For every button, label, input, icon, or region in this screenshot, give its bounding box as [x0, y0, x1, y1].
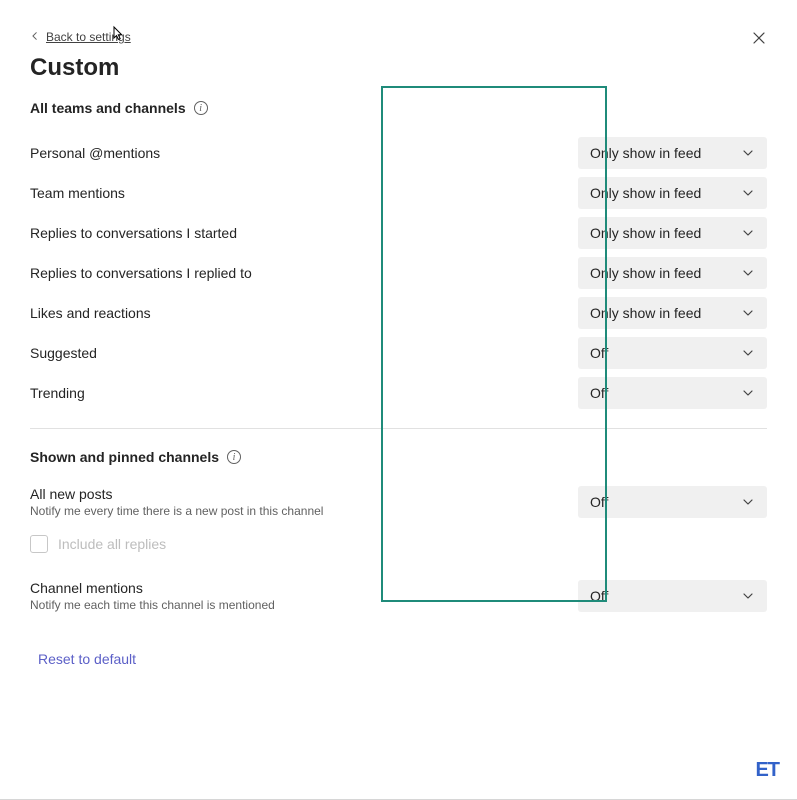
dropdown-value: Only show in feed [590, 185, 701, 201]
row-label: All new posts [30, 486, 578, 502]
setting-row-all-new-posts: All new posts Notify me every time there… [30, 483, 767, 521]
setting-row: Trending Off [30, 374, 767, 412]
section-header-text: All teams and channels [30, 100, 186, 116]
dropdown-setting-5[interactable]: Off [578, 337, 767, 369]
row-sublabel: Notify me every time there is a new post… [30, 504, 578, 518]
dropdown-setting-2[interactable]: Only show in feed [578, 217, 767, 249]
dropdown-value: Off [590, 494, 608, 510]
dropdown-value: Off [590, 385, 608, 401]
chevron-left-icon [30, 30, 40, 44]
chevron-down-icon [741, 346, 755, 360]
row-label: Trending [30, 385, 578, 401]
dropdown-value: Only show in feed [590, 305, 701, 321]
chevron-down-icon [741, 386, 755, 400]
chevron-down-icon [741, 495, 755, 509]
info-icon[interactable]: i [227, 450, 241, 464]
row-sublabel: Notify me each time this channel is ment… [30, 598, 578, 612]
row-label: Team mentions [30, 185, 578, 201]
row-label: Replies to conversations I started [30, 225, 578, 241]
chevron-down-icon [741, 146, 755, 160]
chevron-down-icon [741, 186, 755, 200]
setting-row-channel-mentions: Channel mentions Notify me each time thi… [30, 577, 767, 615]
page-title: Custom [30, 54, 767, 82]
section-all-teams-header: All teams and channels i [30, 100, 767, 116]
row-label: Replies to conversations I replied to [30, 265, 578, 281]
dropdown-channel-mentions[interactable]: Off [578, 580, 767, 612]
section-divider [30, 428, 767, 429]
setting-row: Replies to conversations I started Only … [30, 214, 767, 252]
dropdown-setting-6[interactable]: Off [578, 377, 767, 409]
row-label: Likes and reactions [30, 305, 578, 321]
et-logo: ET [755, 759, 779, 782]
reset-to-default-link[interactable]: Reset to default [38, 651, 136, 667]
include-replies-checkbox[interactable] [30, 535, 48, 553]
pointer-cursor-icon [108, 25, 126, 50]
dropdown-setting-1[interactable]: Only show in feed [578, 177, 767, 209]
info-icon[interactable]: i [194, 101, 208, 115]
dropdown-value: Only show in feed [590, 145, 701, 161]
setting-row: Replies to conversations I replied to On… [30, 254, 767, 292]
section-shown-pinned-header: Shown and pinned channels i [30, 449, 767, 465]
row-label: Channel mentions [30, 580, 578, 596]
dropdown-value: Off [590, 588, 608, 604]
close-icon [752, 31, 766, 45]
dropdown-all-new-posts[interactable]: Off [578, 486, 767, 518]
dropdown-value: Off [590, 345, 608, 361]
setting-row: Likes and reactions Only show in feed [30, 294, 767, 332]
chevron-down-icon [741, 306, 755, 320]
setting-row: Team mentions Only show in feed [30, 174, 767, 212]
close-button[interactable] [749, 28, 769, 48]
dropdown-value: Only show in feed [590, 265, 701, 281]
dropdown-setting-4[interactable]: Only show in feed [578, 297, 767, 329]
setting-row: Suggested Off [30, 334, 767, 372]
dropdown-value: Only show in feed [590, 225, 701, 241]
back-to-settings-link[interactable]: Back to settings [30, 30, 131, 44]
chevron-down-icon [741, 226, 755, 240]
section-header-text: Shown and pinned channels [30, 449, 219, 465]
chevron-down-icon [741, 589, 755, 603]
row-label: Personal @mentions [30, 145, 578, 161]
checkbox-label: Include all replies [58, 536, 166, 552]
chevron-down-icon [741, 266, 755, 280]
checkbox-row-include-replies: Include all replies [30, 535, 767, 553]
dropdown-setting-0[interactable]: Only show in feed [578, 137, 767, 169]
setting-row: Personal @mentions Only show in feed [30, 134, 767, 172]
row-label: Suggested [30, 345, 578, 361]
dropdown-setting-3[interactable]: Only show in feed [578, 257, 767, 289]
